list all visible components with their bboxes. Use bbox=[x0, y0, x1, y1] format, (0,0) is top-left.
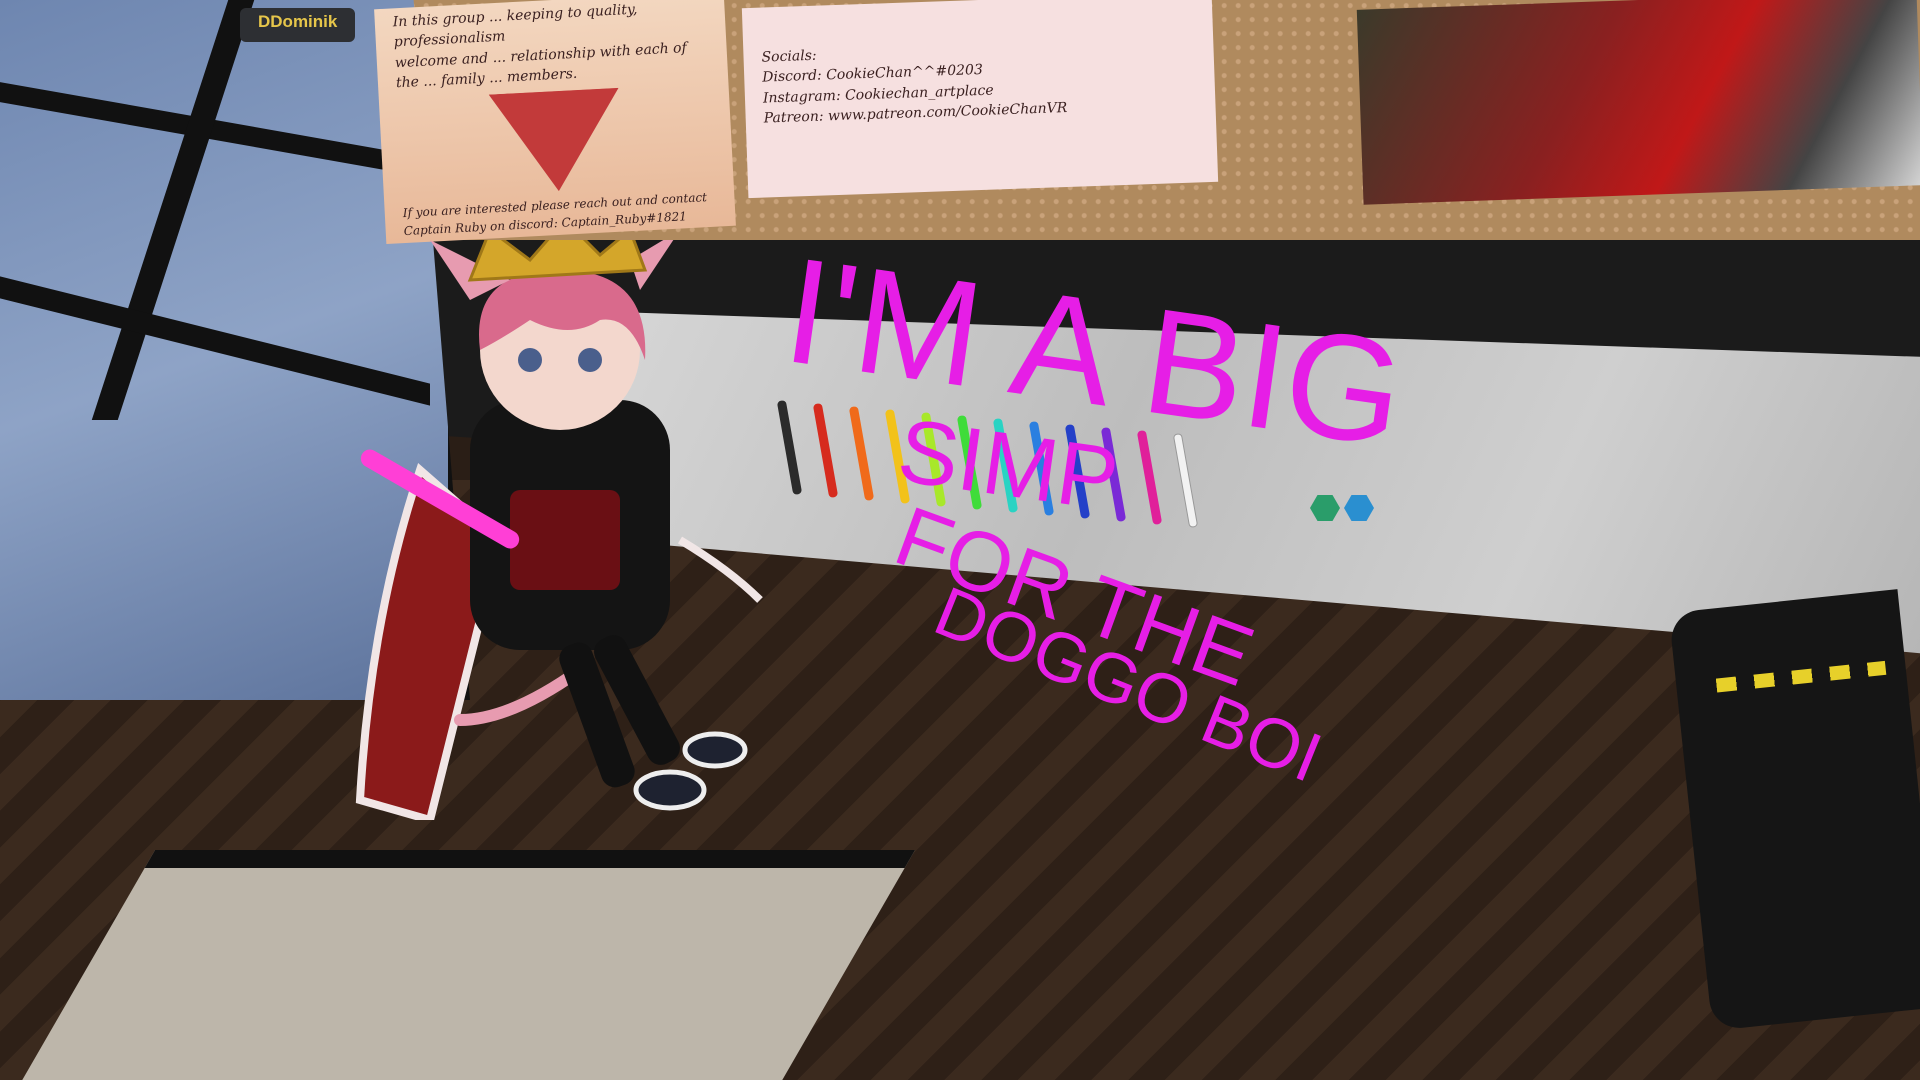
stripe-decal bbox=[1715, 660, 1887, 693]
player-nameplate: DDominik bbox=[240, 8, 356, 42]
dark-object-edge bbox=[1668, 589, 1920, 1031]
vr-scene: In this group ... keeping to quality, pr… bbox=[0, 0, 1920, 1080]
doodle-layer: I'M A BIG SIMP FOR THE DOGGO BOI bbox=[776, 225, 1414, 797]
